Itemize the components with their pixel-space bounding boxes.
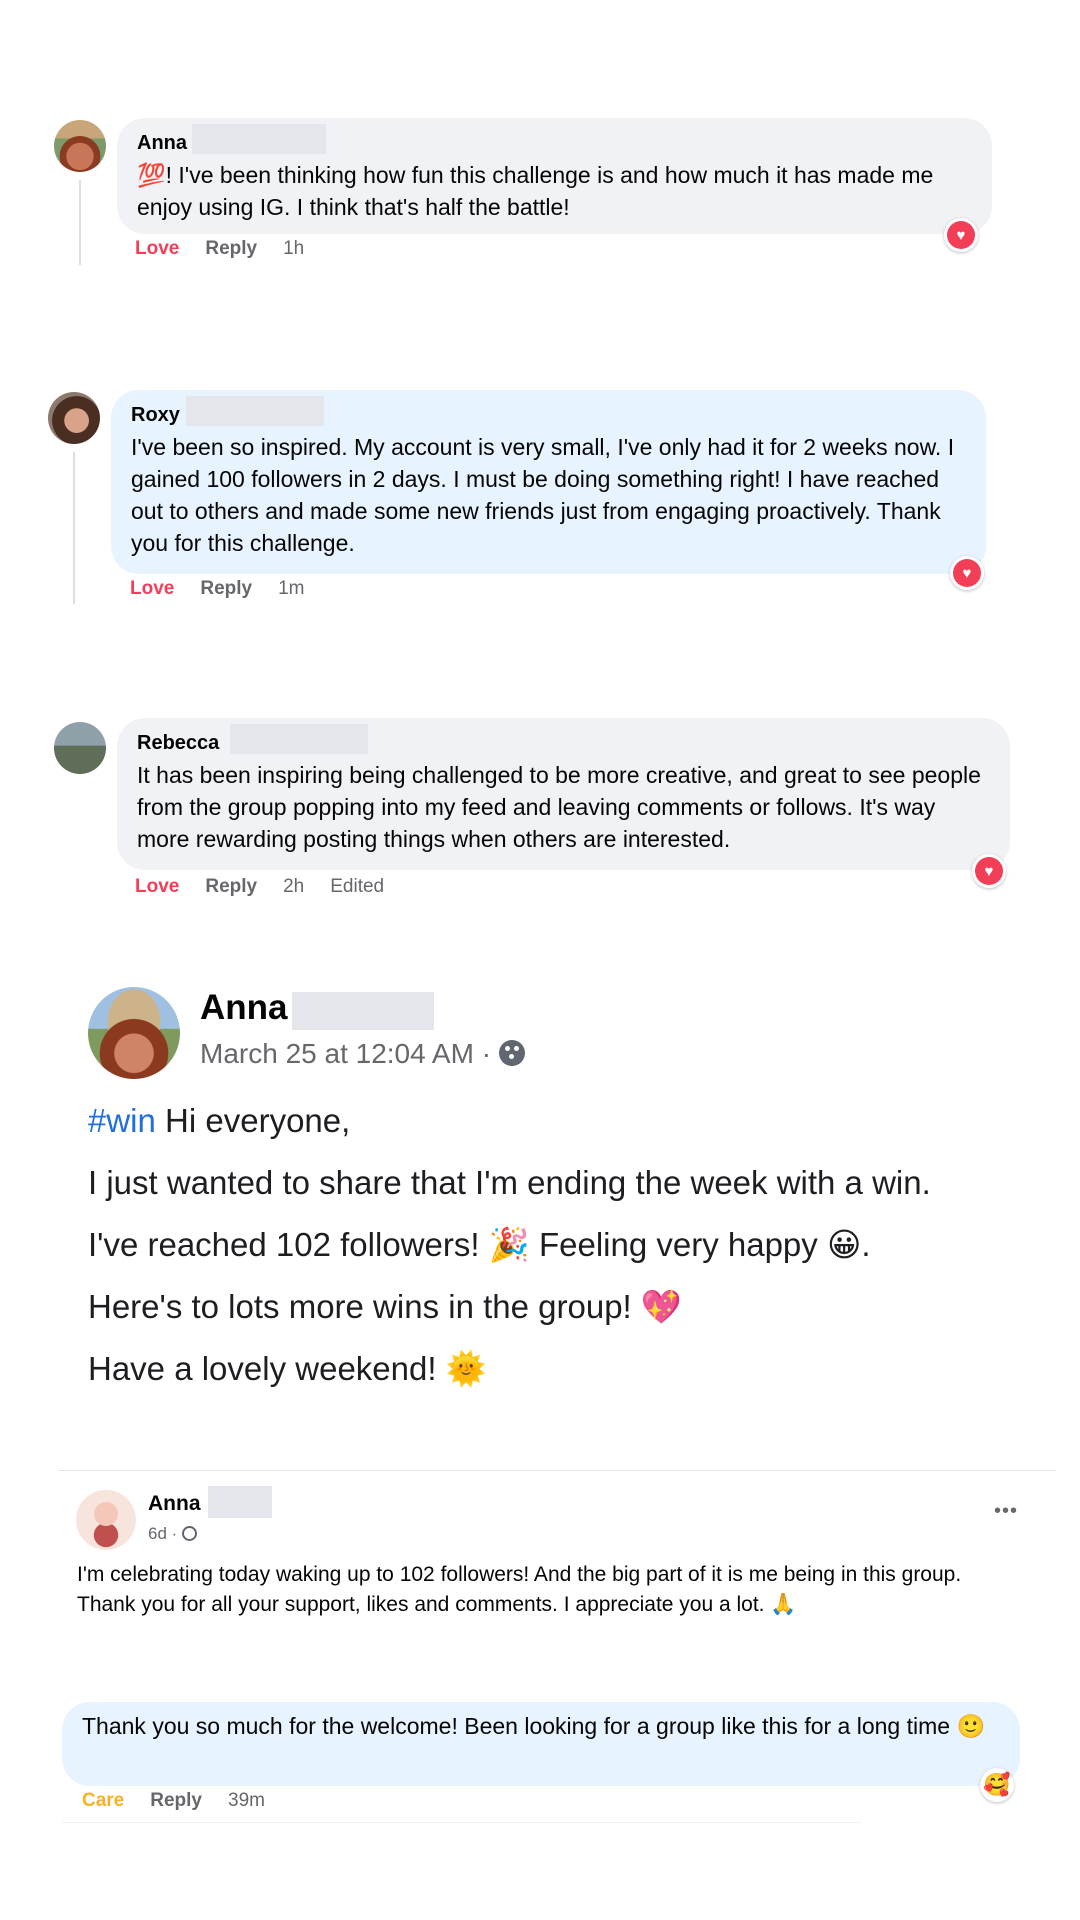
- comment-text: 💯! I've been thinking how fun this chall…: [137, 162, 934, 220]
- post2-text: I'm celebrating today waking up to 102 f…: [77, 1563, 962, 1616]
- post-body: #win Hi everyone, I just wanted to share…: [88, 1090, 1038, 1400]
- sparkling-heart-icon: 💖: [640, 1288, 682, 1325]
- comment-actions: Love Reply 1m: [130, 578, 305, 600]
- heart-icon: ♥: [962, 564, 972, 582]
- redacted-name: [192, 124, 326, 154]
- comment-time[interactable]: 2h: [283, 876, 304, 898]
- post-author[interactable]: Anna: [200, 988, 288, 1028]
- thread-line: [73, 452, 75, 604]
- care-reaction-badge[interactable]: 🥰: [980, 1768, 1014, 1802]
- reply-button[interactable]: Reply: [150, 1790, 202, 1812]
- post-line: I've reached 102 followers! 🎉 Feeling ve…: [88, 1226, 871, 1263]
- globe-icon: [182, 1526, 198, 1541]
- reply-button[interactable]: Reply: [205, 238, 257, 260]
- post2-avatar[interactable]: [76, 1490, 136, 1550]
- comment-time[interactable]: 39m: [228, 1790, 265, 1812]
- post-line: Here's to lots more wins in the group! 💖: [88, 1288, 682, 1325]
- edited-label: Edited: [330, 876, 385, 897]
- reply-button[interactable]: Reply: [205, 876, 257, 898]
- redacted-name: [186, 396, 324, 426]
- love-button[interactable]: Love: [130, 578, 174, 600]
- group-audience-icon: [498, 1040, 525, 1066]
- love-button[interactable]: Love: [135, 238, 179, 260]
- comment-time[interactable]: 1m: [278, 578, 304, 600]
- post2-author[interactable]: Anna: [148, 1492, 201, 1516]
- hundred-emoji: 💯: [137, 162, 166, 188]
- divider: [58, 1470, 1056, 1471]
- post-line: I just wanted to share that I'm ending t…: [88, 1164, 931, 1201]
- more-options-icon[interactable]: •••: [994, 1500, 1018, 1523]
- love-reaction-badge[interactable]: ♥: [972, 854, 1006, 888]
- party-popper-icon: 🎉: [488, 1226, 530, 1263]
- folded-hands-icon: 🙏: [770, 1593, 797, 1616]
- heart-icon: ♥: [984, 862, 994, 880]
- comment-bubble: Thank you so much for the welcome! Been …: [62, 1702, 1020, 1786]
- love-reaction-badge[interactable]: ♥: [944, 218, 978, 252]
- redacted-name: [230, 724, 368, 754]
- slightly-smiling-face-icon: 🙂: [956, 1713, 986, 1739]
- comment-time[interactable]: 1h: [283, 238, 304, 260]
- reply-button[interactable]: Reply: [200, 578, 252, 600]
- divider: [62, 1822, 862, 1823]
- love-button[interactable]: Love: [135, 876, 179, 898]
- care-button[interactable]: Care: [82, 1790, 124, 1812]
- thread-line: [79, 180, 81, 265]
- avatar-rebecca[interactable]: [54, 722, 106, 774]
- grinning-face-icon: 😀: [826, 1226, 862, 1263]
- comment-text: Thank you so much for the welcome! Been …: [82, 1713, 986, 1739]
- avatar-anna[interactable]: [54, 120, 106, 172]
- comment-actions: Love Reply 2h Edited: [135, 876, 384, 898]
- comment-text: I've been so inspired. My account is ver…: [131, 434, 955, 556]
- post-timestamp: March 25 at 12:04 AM ·: [200, 1038, 525, 1070]
- post-line: #win Hi everyone,: [88, 1102, 351, 1139]
- comment-text: It has been inspiring being challenged t…: [137, 762, 981, 852]
- redacted-name: [208, 1486, 272, 1518]
- avatar-roxy[interactable]: [48, 392, 100, 444]
- heart-icon: ♥: [956, 226, 966, 244]
- comment-actions: Love Reply 1h: [135, 238, 304, 260]
- post-avatar[interactable]: [88, 987, 180, 1079]
- post-line: Have a lovely weekend! 🌞: [88, 1350, 487, 1387]
- sun-face-icon: 🌞: [445, 1350, 487, 1387]
- redacted-name: [292, 992, 434, 1030]
- care-icon: 🥰: [983, 1772, 1011, 1797]
- love-reaction-badge[interactable]: ♥: [950, 556, 984, 590]
- post2-time: 6d ·: [148, 1524, 198, 1544]
- hashtag-link[interactable]: #win: [88, 1102, 156, 1139]
- comment-actions: Care Reply 39m: [82, 1790, 265, 1812]
